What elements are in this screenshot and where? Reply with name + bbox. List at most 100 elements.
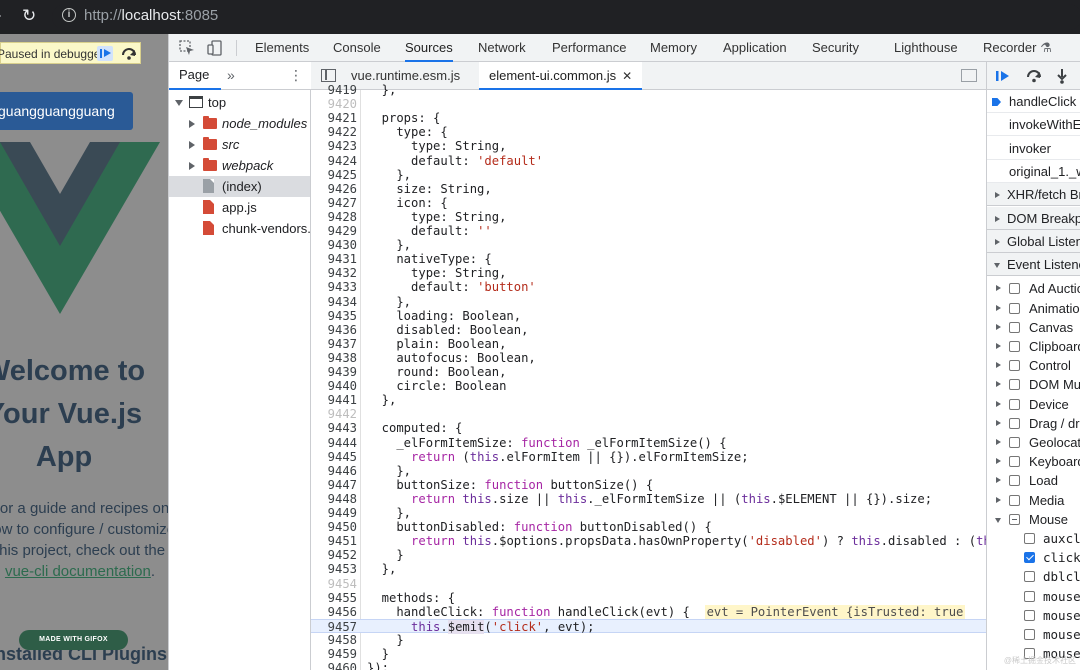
tab-lighthouse[interactable]: Lighthouse: [894, 34, 958, 62]
category-toggle-icon[interactable]: [996, 323, 1001, 330]
tab-network[interactable]: Network: [478, 34, 526, 62]
code-line[interactable]: 9454: [311, 577, 986, 591]
code-line[interactable]: 9424 default: 'default': [311, 154, 986, 168]
category-toggle-icon[interactable]: [996, 477, 1001, 484]
toggle-navigator-icon[interactable]: [321, 69, 336, 82]
event-listener-item[interactable]: mousedown: [987, 587, 1080, 606]
line-number[interactable]: 9424: [311, 154, 357, 168]
category-checkbox[interactable]: [1009, 437, 1020, 448]
event-category[interactable]: Keyboard: [987, 452, 1080, 471]
inspect-element-icon[interactable]: [179, 40, 195, 56]
tab-performance[interactable]: Performance: [552, 34, 626, 62]
code-line[interactable]: 9451 return this.$options.propsData.hasO…: [311, 534, 986, 548]
line-number[interactable]: 9421: [311, 111, 357, 125]
code-line[interactable]: 9441 },: [311, 393, 986, 407]
resume-icon[interactable]: [97, 46, 113, 61]
tree-item[interactable]: app.js: [169, 197, 310, 218]
line-number[interactable]: 9429: [311, 224, 357, 238]
code-line[interactable]: 9452 }: [311, 548, 986, 562]
code-line[interactable]: 9443 computed: {: [311, 421, 986, 435]
code-line[interactable]: 9439 round: Boolean,: [311, 365, 986, 379]
line-number[interactable]: 9443: [311, 421, 357, 435]
code-line[interactable]: 9432 type: String,: [311, 266, 986, 280]
line-number[interactable]: 9448: [311, 492, 357, 506]
line-number[interactable]: 9432: [311, 266, 357, 280]
category-toggle-icon[interactable]: [996, 362, 1001, 369]
code-line[interactable]: 9456 handleClick: function handleClick(e…: [311, 604, 986, 619]
line-number[interactable]: 9457: [311, 620, 357, 634]
line-number[interactable]: 9449: [311, 506, 357, 520]
line-number[interactable]: 9459: [311, 647, 357, 661]
event-checkbox[interactable]: [1024, 609, 1035, 621]
call-frame[interactable]: invokeWithErrorHandling: [987, 113, 1080, 137]
category-checkbox[interactable]: [1009, 494, 1020, 506]
tab-security[interactable]: Security: [812, 34, 859, 62]
code-line[interactable]: 9436 disabled: Boolean,: [311, 323, 986, 337]
line-number[interactable]: 9435: [311, 309, 357, 323]
line-number[interactable]: 9460: [311, 661, 357, 670]
line-number[interactable]: 9441: [311, 393, 357, 407]
line-number[interactable]: 9442: [311, 407, 357, 421]
code-line[interactable]: 9440 circle: Boolean: [311, 379, 986, 393]
category-checkbox[interactable]: [1009, 379, 1020, 391]
section-toggle-icon[interactable]: [995, 238, 1000, 245]
event-category[interactable]: Media: [987, 491, 1080, 510]
line-number[interactable]: 9453: [311, 562, 357, 576]
code-line[interactable]: 9426 size: String,: [311, 182, 986, 196]
toggle-debugger-icon[interactable]: [961, 69, 977, 82]
category-checkbox[interactable]: [1009, 360, 1020, 372]
tree-item[interactable]: webpack: [169, 155, 310, 176]
code-line[interactable]: 9445 return (this.elFormItem || {}).elFo…: [311, 450, 986, 464]
code-line[interactable]: 9420: [311, 97, 986, 111]
category-checkbox[interactable]: [1009, 513, 1020, 525]
code-line[interactable]: 9442: [311, 407, 986, 421]
line-number[interactable]: 9446: [311, 464, 357, 478]
category-checkbox[interactable]: [1009, 283, 1020, 295]
event-category[interactable]: DOM Mutation: [987, 375, 1080, 394]
debugger-section-header[interactable]: Global Listeners: [987, 229, 1080, 253]
line-number[interactable]: 9451: [311, 534, 357, 548]
code-line[interactable]: 9448 return this.size || this._elFormIte…: [311, 492, 986, 506]
event-category[interactable]: Animation: [987, 299, 1080, 318]
tab-recorder[interactable]: Recorder ⚗: [983, 34, 1052, 62]
category-toggle-icon[interactable]: [996, 343, 1001, 349]
step-over-icon[interactable]: [1025, 69, 1043, 83]
code-line[interactable]: 9435 loading: Boolean,: [311, 309, 986, 323]
line-number[interactable]: 9444: [311, 436, 357, 450]
line-number[interactable]: 9455: [311, 591, 357, 605]
line-number[interactable]: 9419: [311, 83, 357, 97]
line-number[interactable]: 9456: [311, 605, 357, 619]
event-checkbox[interactable]: [1024, 533, 1035, 544]
code-line[interactable]: 9421 props: {: [311, 111, 986, 125]
section-toggle-icon[interactable]: [995, 215, 1000, 222]
category-toggle-icon[interactable]: [996, 304, 1001, 311]
tab-elements[interactable]: Elements: [255, 34, 309, 62]
tree-item[interactable]: node_modules: [169, 113, 310, 134]
line-number[interactable]: 9427: [311, 196, 357, 210]
debugger-section-header[interactable]: DOM Breakpoints: [987, 206, 1080, 230]
more-tabs-icon[interactable]: »: [227, 67, 235, 83]
section-toggle-icon[interactable]: [995, 192, 1000, 199]
page-demo-button[interactable]: guangguangguang: [0, 92, 133, 130]
collapsed-arrow-icon[interactable]: [189, 141, 195, 149]
reload-icon[interactable]: ↻: [22, 7, 36, 25]
event-checkbox[interactable]: [1024, 629, 1035, 640]
code-line[interactable]: 9423 type: String,: [311, 139, 986, 153]
debugger-section-header[interactable]: XHR/fetch Breakpoints: [987, 183, 1080, 207]
code-line[interactable]: 9447 buttonSize: function buttonSize() {: [311, 478, 986, 492]
line-number[interactable]: 9431: [311, 252, 357, 266]
event-category[interactable]: Geolocation: [987, 433, 1080, 452]
debugger-section-header[interactable]: Event Listener Breakpoints: [987, 253, 1080, 277]
line-number[interactable]: 9447: [311, 478, 357, 492]
code-line[interactable]: 9453 },: [311, 562, 986, 576]
code-line[interactable]: 9449 },: [311, 506, 986, 520]
category-toggle-icon[interactable]: [996, 419, 1001, 426]
line-number[interactable]: 9423: [311, 139, 357, 153]
event-category[interactable]: Control: [987, 356, 1080, 375]
line-number[interactable]: 9428: [311, 210, 357, 224]
site-info-icon[interactable]: i: [62, 8, 76, 22]
line-number[interactable]: 9420: [311, 97, 357, 111]
code-line[interactable]: 9446 },: [311, 464, 986, 478]
navigator-tab-page[interactable]: Page: [169, 62, 221, 90]
category-toggle-icon[interactable]: [996, 458, 1001, 465]
